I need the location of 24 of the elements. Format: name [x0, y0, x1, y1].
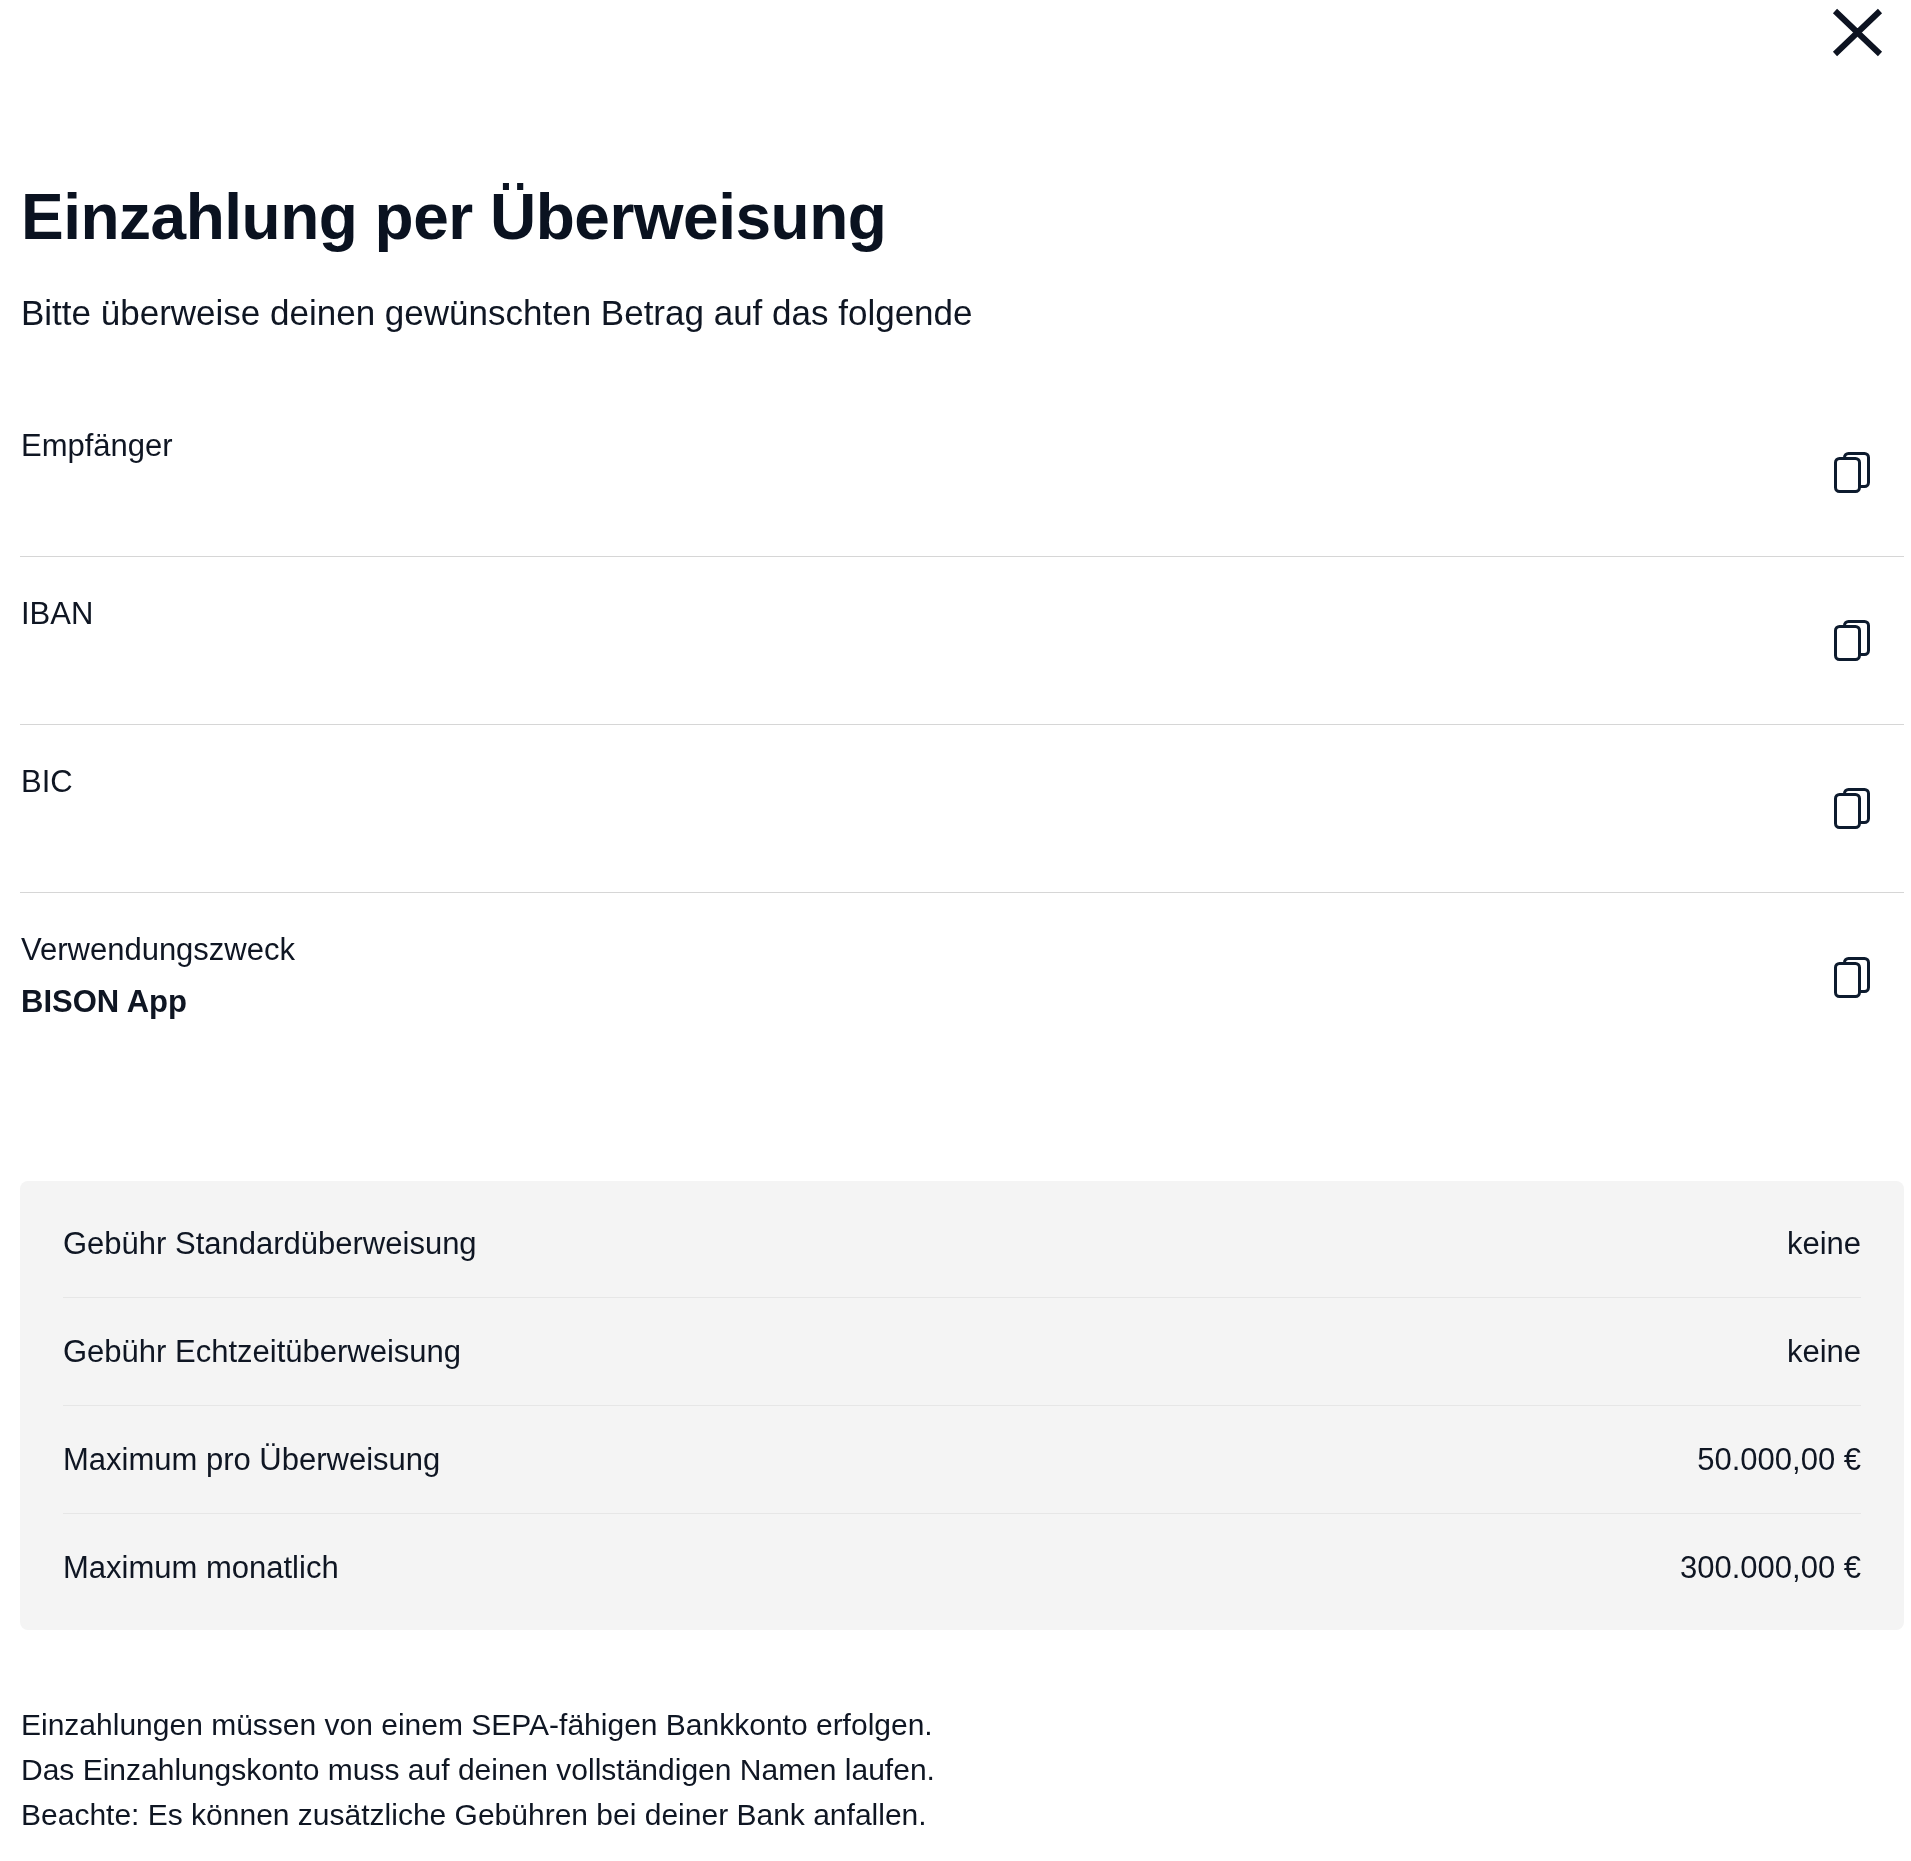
field-label: IBAN [21, 596, 94, 632]
dialog-title: Einzahlung per Überweisung [21, 180, 888, 255]
copy-icon[interactable] [1834, 620, 1870, 661]
field-label: BIC [21, 764, 73, 800]
close-button[interactable] [1832, 8, 1883, 57]
note-text: Einzahlungen müssen von einem SEPA-fähigen Bankkonto erfolgen. [21, 1707, 934, 1743]
note-text: Beachte: Es können zusätzliche Gebühren bei deiner Bank anfallen. [21, 1797, 928, 1833]
copy-icon[interactable] [1834, 956, 1870, 998]
copy-icon[interactable] [1834, 788, 1870, 829]
fee-label: Gebühr Echtzeitüberweisung [63, 1333, 462, 1370]
instruction-text: Bitte überweise deinen gewünschten Betrag auf das folgende [21, 292, 974, 334]
fee-value: 300.000,00 € [1680, 1550, 1861, 1586]
field-value: BISON App [21, 984, 188, 1020]
fee-value: keine [1786, 1225, 1861, 1262]
note-text: Das Einzahlungskonto muss auf deinen vollständigen Namen laufen. [21, 1752, 936, 1788]
fee-label: Gebühr Standardüberweisung [63, 1225, 477, 1262]
field-label: Verwendungszweck [21, 932, 295, 968]
copy-icon[interactable] [1834, 452, 1870, 493]
fee-value: 50.000,00 € [1697, 1441, 1861, 1478]
fee-label: Maximum pro Überweisung [63, 1441, 441, 1478]
fee-label: Maximum monatlich [63, 1550, 339, 1586]
field-label: Empfänger [21, 428, 173, 464]
fee-value: keine [1786, 1333, 1861, 1370]
close-icon [1832, 8, 1883, 57]
